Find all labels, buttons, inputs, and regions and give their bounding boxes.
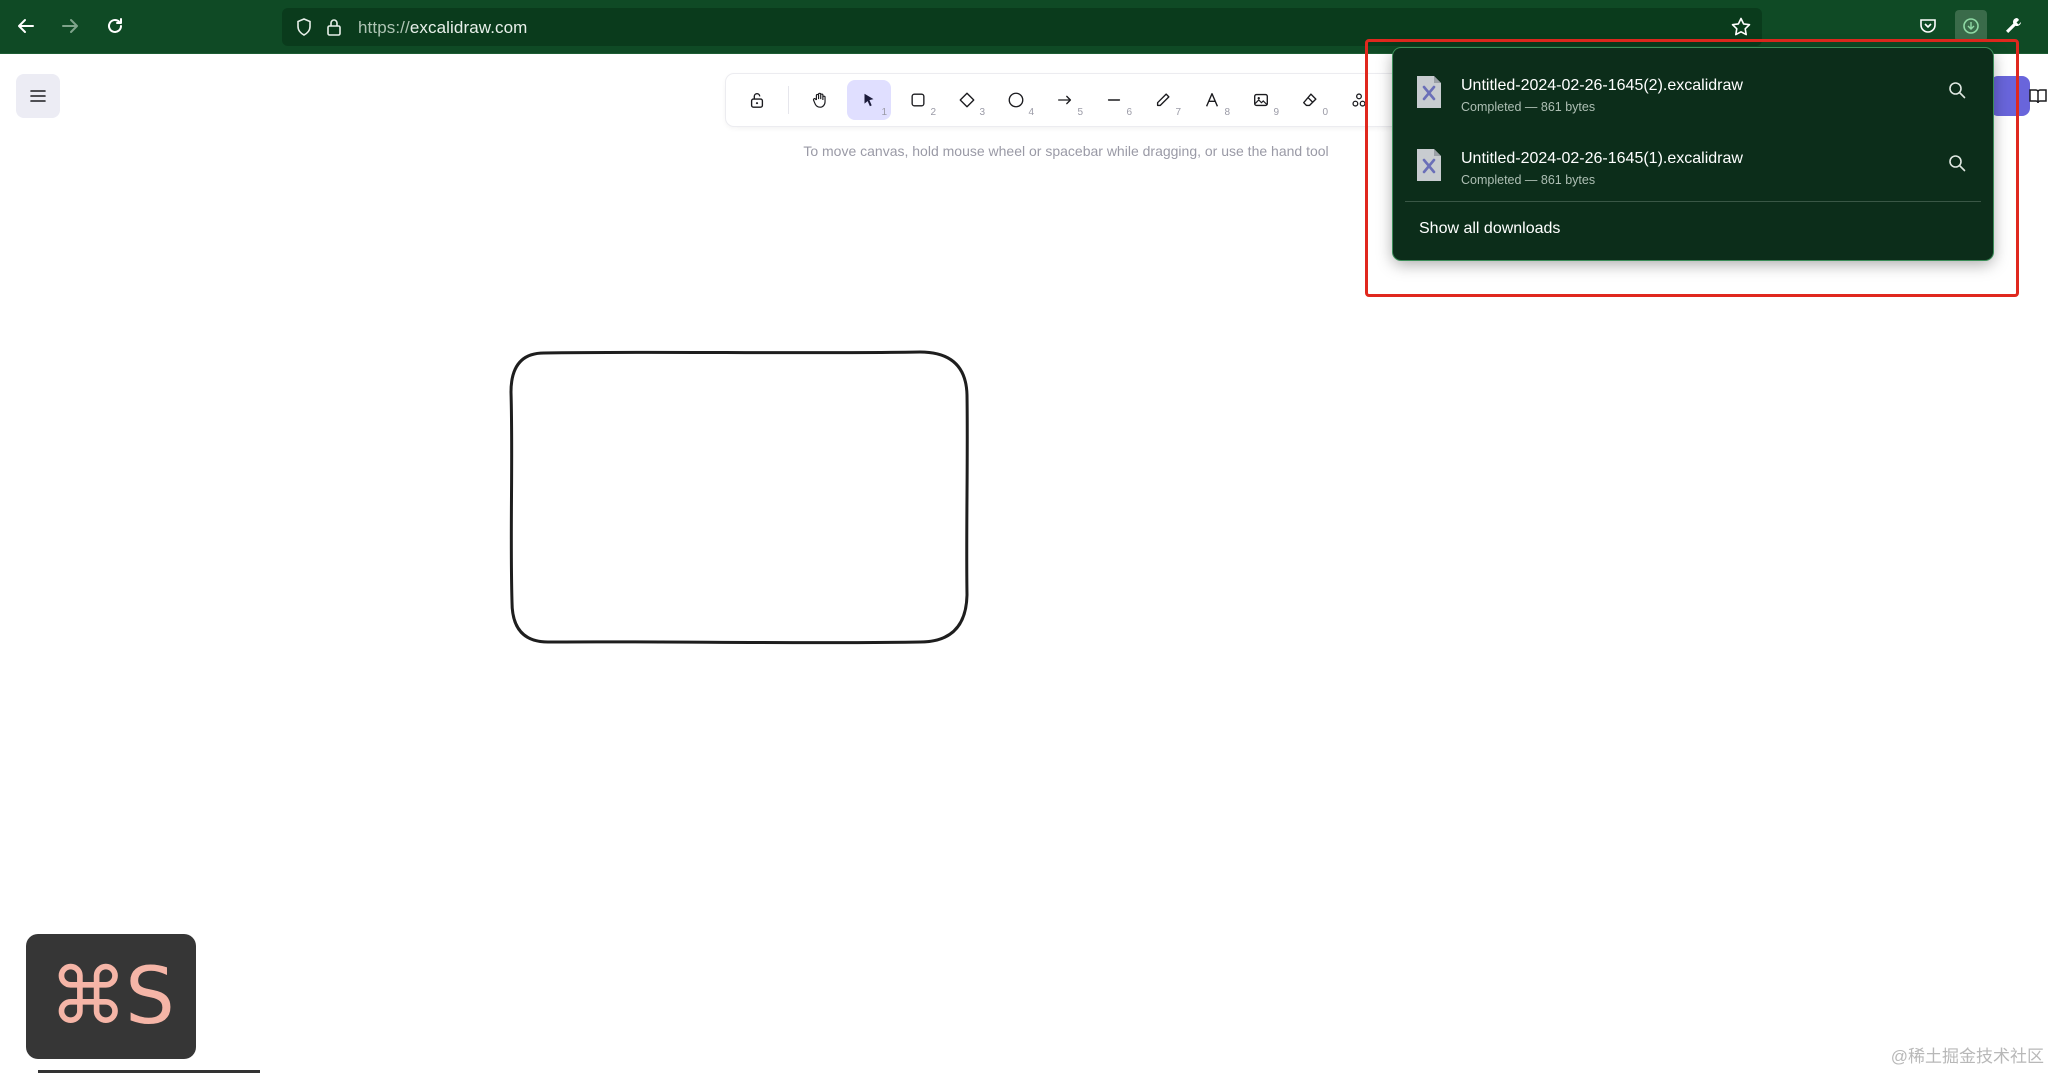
line-icon — [1107, 99, 1121, 101]
shortcut-keys: ⌘S — [49, 951, 175, 1042]
tool-selection[interactable]: 1 — [847, 80, 891, 120]
extensions-button[interactable] — [1997, 10, 2029, 42]
tool-line[interactable]: 6 — [1092, 80, 1136, 120]
arrow-icon — [1058, 95, 1072, 105]
download-status: Completed — 861 bytes — [1461, 100, 1596, 114]
tool-ellipse[interactable]: 4 — [994, 80, 1038, 120]
arrow-right-icon — [62, 19, 78, 33]
toolbar-divider — [788, 86, 789, 114]
download-filename: Untitled-2024-02-26-1645(2).excalidraw — [1461, 77, 1743, 94]
tool-arrow[interactable]: 5 — [1043, 80, 1087, 120]
show-in-folder-search-icon[interactable] — [1947, 80, 1967, 100]
main-menu-button[interactable] — [16, 74, 60, 118]
tool-eraser[interactable]: 0 — [1288, 80, 1332, 120]
pocket-button[interactable] — [1912, 10, 1944, 42]
download-progress-icon — [1963, 18, 1979, 34]
bookmark-star-icon[interactable] — [1730, 16, 1752, 38]
diamond-icon — [959, 92, 975, 108]
keyboard-shortcut-overlay: ⌘S — [26, 934, 196, 1059]
tool-key: 6 — [1126, 107, 1132, 118]
show-all-downloads-link[interactable]: Show all downloads — [1419, 220, 1560, 238]
tool-key: 4 — [1028, 107, 1034, 118]
tool-key: 3 — [979, 107, 985, 118]
tool-image[interactable]: 9 — [1239, 80, 1283, 120]
tool-key: 7 — [1175, 107, 1181, 118]
tool-rectangle[interactable]: 2 — [896, 80, 940, 120]
eraser-icon — [1303, 93, 1317, 107]
book-icon[interactable] — [2028, 86, 2048, 106]
tool-diamond[interactable]: 3 — [945, 80, 989, 120]
shield-icon[interactable] — [294, 17, 314, 37]
pocket-icon — [1920, 19, 1936, 33]
tool-key: 5 — [1077, 107, 1083, 118]
reload-icon — [108, 18, 122, 33]
image-icon — [1254, 93, 1268, 107]
tool-lock[interactable] — [735, 80, 779, 120]
excalidraw-file-icon — [1417, 149, 1441, 181]
canvas-rectangle[interactable] — [500, 340, 980, 650]
hamburger-icon — [30, 90, 46, 102]
pencil-icon — [1156, 93, 1170, 107]
arrow-left-icon — [18, 19, 34, 33]
tool-key: 1 — [881, 107, 887, 118]
downloads-panel: Untitled-2024-02-26-1645(2).excalidraw C… — [1393, 48, 1993, 260]
reload-button[interactable] — [99, 10, 131, 42]
rectangle-icon — [911, 93, 925, 107]
tool-key: 2 — [930, 107, 936, 118]
text-icon — [1205, 93, 1219, 107]
downloads-button[interactable] — [1955, 10, 1987, 42]
ellipse-icon — [1008, 92, 1024, 108]
forward-button[interactable] — [54, 10, 86, 42]
excalidraw-file-icon — [1417, 76, 1441, 108]
download-item[interactable]: Untitled-2024-02-26-1645(2).excalidraw C… — [1393, 56, 1993, 126]
watermark: @稀土掘金技术社区 — [1890, 1047, 2044, 1066]
download-filename: Untitled-2024-02-26-1645(1).excalidraw — [1461, 150, 1743, 167]
lock-icon[interactable] — [324, 17, 344, 37]
url-scheme: https:// — [358, 18, 410, 37]
tool-key: 0 — [1322, 107, 1328, 118]
downloads-divider — [1405, 201, 1981, 202]
url-text[interactable]: https://excalidraw.com — [358, 18, 527, 38]
canvas-hint: To move canvas, hold mouse wheel or spac… — [803, 143, 1329, 159]
download-status: Completed — 861 bytes — [1461, 173, 1596, 187]
tool-key: 9 — [1273, 107, 1279, 118]
shapes-toolbar: 1 2 3 4 5 6 7 8 9 0 — [726, 74, 1406, 126]
tool-draw[interactable]: 7 — [1141, 80, 1185, 120]
pointer-arrow-icon — [864, 93, 874, 107]
unlock-icon — [750, 93, 764, 108]
show-in-folder-search-icon[interactable] — [1947, 153, 1967, 173]
back-button[interactable] — [10, 10, 42, 42]
download-item[interactable]: Untitled-2024-02-26-1645(1).excalidraw C… — [1393, 129, 1993, 199]
hand-icon — [812, 92, 826, 108]
url-host: excalidraw.com — [409, 18, 528, 37]
tool-key: 8 — [1224, 107, 1230, 118]
tool-hand[interactable] — [798, 80, 842, 120]
wrench-icon — [2006, 18, 2021, 33]
tool-text[interactable]: 8 — [1190, 80, 1234, 120]
